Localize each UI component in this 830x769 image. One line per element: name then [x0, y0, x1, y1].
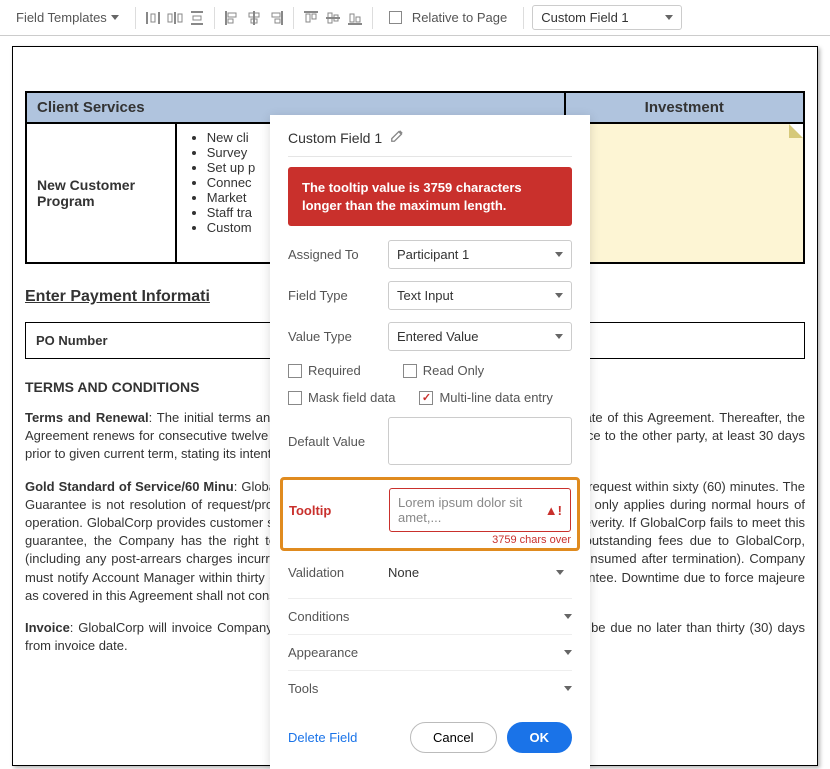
relative-to-page-checkbox[interactable]: Relative to Page [381, 6, 515, 29]
multiline-checkbox[interactable]: Multi-line data entry [419, 390, 552, 405]
align-bottom-icon[interactable] [346, 9, 364, 27]
warning-icon: ▲! [545, 503, 562, 518]
tooltip-chars-over: 3759 chars over [289, 534, 571, 546]
chevron-down-icon [111, 15, 119, 20]
field-type-select[interactable]: Text Input [388, 281, 572, 310]
checkbox-icon [288, 391, 302, 405]
value-type-label: Value Type [288, 329, 388, 344]
chevron-down-icon [564, 614, 572, 619]
distribute-vertical-icon[interactable] [188, 9, 206, 27]
required-checkbox[interactable]: Required [288, 363, 361, 378]
chevron-down-icon [555, 252, 563, 257]
tooltip-highlight: Tooltip Lorem ipsum dolor sit amet,... ▲… [280, 477, 580, 551]
checkbox-icon [389, 11, 402, 24]
field-selector-value: Custom Field 1 [541, 10, 628, 25]
panel-title: Custom Field 1 [288, 130, 382, 146]
field-selector-dropdown[interactable]: Custom Field 1 [532, 5, 682, 30]
separator [523, 7, 524, 29]
checkbox-icon [403, 364, 417, 378]
align-center-horizontal-icon[interactable] [245, 9, 263, 27]
cancel-button[interactable]: Cancel [410, 722, 496, 753]
distribute-inside-horizontal-icon[interactable] [166, 9, 184, 27]
chevron-down-icon [555, 334, 563, 339]
checkbox-checked-icon [419, 391, 433, 405]
field-type-label: Field Type [288, 288, 388, 303]
conditions-section[interactable]: Conditions [288, 598, 572, 634]
edit-name-icon[interactable] [390, 129, 404, 146]
separator [214, 7, 215, 29]
value-type-select[interactable]: Entered Value [388, 322, 572, 351]
checkbox-icon [288, 364, 302, 378]
custom-field-placeholder[interactable] [565, 123, 804, 263]
validation-label: Validation [288, 565, 388, 580]
divider [288, 156, 572, 157]
separator [293, 7, 294, 29]
program-label: New Customer Program [26, 123, 176, 263]
separator [372, 7, 373, 29]
chevron-down-icon [665, 15, 673, 20]
chevron-down-icon [564, 686, 572, 691]
error-banner: The tooltip value is 3759 characters lon… [288, 167, 572, 226]
tooltip-label: Tooltip [289, 503, 389, 518]
chevron-down-icon [555, 293, 563, 298]
readonly-checkbox[interactable]: Read Only [403, 363, 484, 378]
tools-section[interactable]: Tools [288, 670, 572, 706]
validation-select[interactable]: None [388, 559, 572, 586]
delete-field-link[interactable]: Delete Field [288, 730, 357, 745]
align-top-icon[interactable] [302, 9, 320, 27]
default-value-input[interactable] [388, 417, 572, 465]
align-center-vertical-icon[interactable] [324, 9, 342, 27]
align-right-icon[interactable] [267, 9, 285, 27]
investment-header: Investment [565, 92, 804, 123]
tooltip-input[interactable]: Lorem ipsum dolor sit amet,... ▲! [389, 488, 571, 532]
field-properties-panel: Custom Field 1 The tooltip value is 3759… [270, 115, 590, 769]
field-templates-label: Field Templates [16, 10, 107, 25]
field-templates-dropdown[interactable]: Field Templates [8, 6, 127, 29]
separator [135, 7, 136, 29]
assigned-to-select[interactable]: Participant 1 [388, 240, 572, 269]
toolbar: Field Templates Relative to Page Custom … [0, 0, 830, 36]
align-left-icon[interactable] [223, 9, 241, 27]
chevron-down-icon [556, 570, 564, 575]
ok-button[interactable]: OK [507, 722, 573, 753]
distribute-horizontal-icon[interactable] [144, 9, 162, 27]
appearance-section[interactable]: Appearance [288, 634, 572, 670]
chevron-down-icon [564, 650, 572, 655]
default-value-label: Default Value [288, 434, 388, 449]
relative-to-page-label: Relative to Page [412, 10, 507, 25]
mask-field-checkbox[interactable]: Mask field data [288, 390, 395, 405]
assigned-to-label: Assigned To [288, 247, 388, 262]
